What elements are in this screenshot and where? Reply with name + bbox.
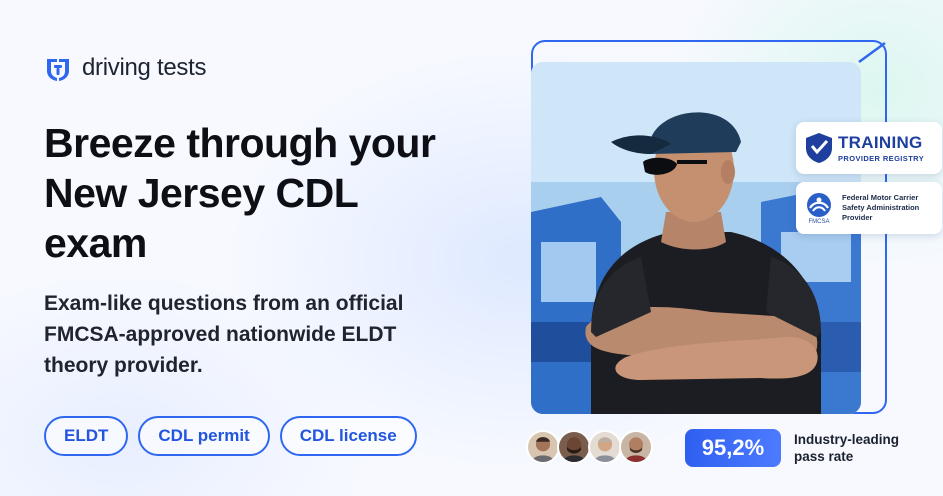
hero-photo: [531, 62, 861, 414]
headline: Breeze through your New Jersey CDL exam: [44, 118, 484, 268]
tag-eldt[interactable]: ELDT: [44, 416, 129, 456]
trucker-illustration: [531, 62, 861, 414]
headline-line: Breeze through your: [44, 120, 436, 166]
subheadline-line: FMCSA-approved nationwide ELDT: [44, 323, 397, 346]
fmcsa-badge-text: Federal Motor Carrier Safety Administrat…: [842, 193, 919, 223]
fmcsa-logo-icon: [807, 193, 831, 217]
training-provider-badge: TRAINING PROVIDER REGISTRY: [796, 122, 942, 174]
pass-rate-caption: Industry-leading pass rate: [794, 431, 934, 465]
avatar: [557, 430, 591, 464]
brand-name: driving tests: [82, 54, 207, 81]
fmcsa-line: Safety Administration: [842, 203, 920, 212]
tag-list: ELDT CDL permit CDL license: [44, 416, 417, 456]
subheadline-line: Exam-like questions from an official: [44, 292, 404, 315]
pass-rate-caption-line: Industry-leading: [794, 432, 900, 447]
tag-cdl-license[interactable]: CDL license: [279, 416, 417, 456]
training-badge-title: TRAINING: [838, 133, 923, 152]
tag-cdl-permit[interactable]: CDL permit: [138, 416, 270, 456]
pass-rate-badge: 95,2%: [685, 429, 781, 467]
subheadline-line: theory provider.: [44, 354, 203, 377]
subheadline: Exam-like questions from an official FMC…: [44, 288, 474, 381]
fmcsa-line: Provider: [842, 213, 873, 222]
fmcsa-logo-text: FMCSA: [808, 219, 830, 225]
fmcsa-badge: FMCSA Federal Motor Carrier Safety Admin…: [796, 182, 942, 234]
headline-line: New Jersey CDL: [44, 170, 359, 216]
fmcsa-line: Federal Motor Carrier: [842, 193, 919, 202]
avatar: [526, 430, 560, 464]
driving-tests-logo-icon: [47, 59, 69, 81]
avatar: [619, 430, 653, 464]
shield-icon: [806, 133, 832, 163]
pass-rate-caption-line: pass rate: [794, 449, 854, 464]
avatar: [588, 430, 622, 464]
headline-line: exam: [44, 220, 147, 266]
training-badge-subtitle: PROVIDER REGISTRY: [838, 154, 925, 163]
student-avatars: [526, 430, 653, 464]
ad-banner[interactable]: driving tests Breeze through your New Je…: [0, 0, 943, 496]
brand-logo[interactable]: driving tests: [44, 54, 206, 82]
